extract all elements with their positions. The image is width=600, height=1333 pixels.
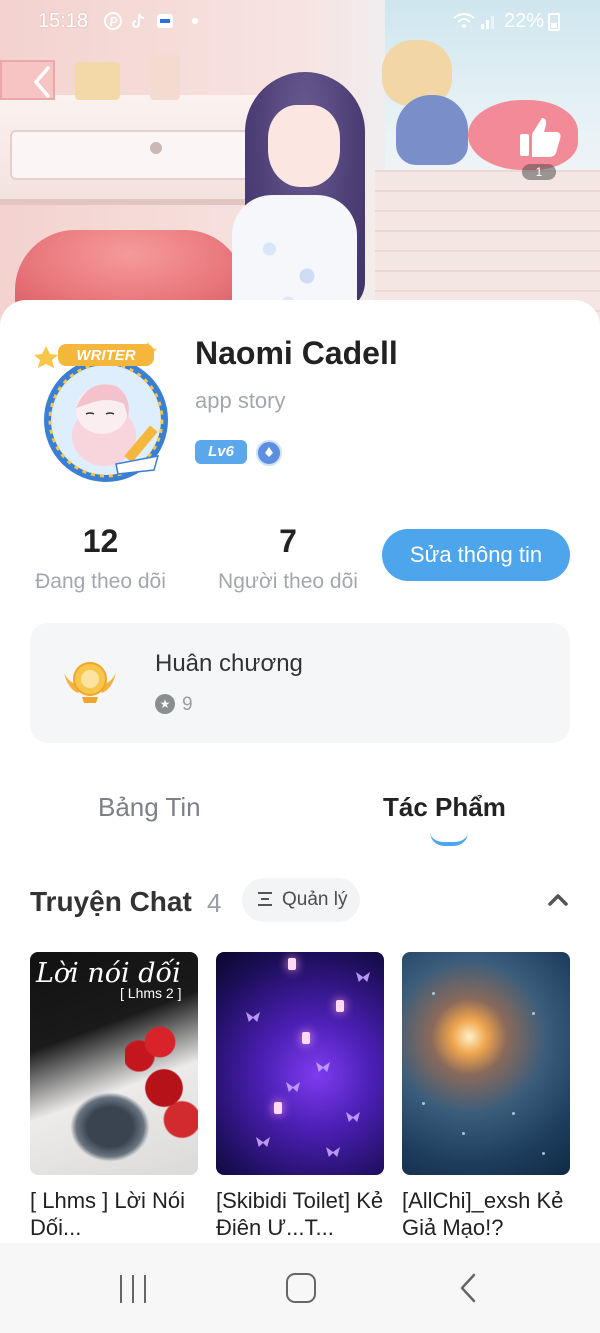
story-card[interactable]: [AllChi]_exsh Kẻ Giả Mạo!?	[402, 952, 570, 1241]
story-cover	[402, 952, 570, 1175]
edit-profile-button[interactable]: Sửa thông tin	[382, 529, 570, 581]
thumbs-up-icon	[520, 118, 561, 157]
avatar-badge-text: WRITER	[76, 347, 135, 364]
nav-back-button[interactable]	[456, 1272, 480, 1304]
recent-apps-button[interactable]	[118, 1275, 150, 1303]
followers-count: 7	[279, 523, 297, 559]
section-count: 4	[207, 888, 222, 918]
medal-count: 9	[182, 694, 193, 715]
tab-works[interactable]: Tác Phẩm	[383, 792, 506, 823]
chevron-left-icon	[460, 1273, 476, 1303]
profile-name: Naomi Cadell	[195, 335, 398, 371]
section-title: Truyện Chat	[30, 886, 192, 917]
tiktok-icon	[128, 11, 148, 31]
pinterest-icon	[103, 11, 123, 31]
cover-subtitle: [ Lhms 2 ]	[120, 985, 182, 1001]
medal-icon	[60, 655, 120, 705]
chevron-up-icon[interactable]	[546, 888, 570, 912]
wifi-icon	[452, 11, 476, 31]
following-label: Đang theo dõi	[35, 570, 166, 593]
battery-icon	[548, 13, 560, 31]
vip-badge-icon	[256, 440, 282, 466]
manage-button[interactable]: Quản lý	[242, 878, 360, 922]
manage-icon	[258, 892, 272, 906]
followers-stat[interactable]: 7 Người theo dõi	[212, 523, 364, 594]
story-cover	[216, 952, 384, 1175]
notification-dot-icon	[185, 11, 205, 31]
avatar[interactable]: WRITER	[28, 338, 188, 488]
story-card[interactable]: Lời nói dối [ Lhms 2 ] [ Lhms ] Lời Nói …	[30, 952, 198, 1241]
profile-cover-image	[0, 0, 600, 330]
story-title: [AllChi]_exsh Kẻ Giả Mạo!?	[402, 1188, 564, 1240]
like-button[interactable]	[512, 110, 568, 166]
status-time: 15:18	[38, 10, 89, 32]
signal-icon	[479, 11, 499, 31]
tab-news-feed[interactable]: Bảng Tin	[98, 792, 201, 823]
story-cover: Lời nói dối [ Lhms 2 ]	[30, 952, 198, 1175]
zalo-icon	[155, 11, 175, 31]
followers-label: Người theo dõi	[218, 570, 358, 593]
star-icon: ★	[155, 694, 175, 714]
like-count: 1	[522, 164, 556, 180]
story-title: [Skibidi Toilet] Kẻ Điên Ư...T...	[216, 1188, 384, 1240]
following-count: 12	[82, 523, 119, 559]
level-badge: Lv6	[195, 440, 247, 464]
story-title: [ Lhms ] Lời Nói Dối...	[30, 1188, 186, 1240]
back-button[interactable]	[26, 62, 60, 102]
profile-subtitle: app story	[195, 388, 286, 413]
status-bar: 15:18 22%	[0, 0, 600, 44]
story-card[interactable]: [Skibidi Toilet] Kẻ Điên Ư...T...	[216, 952, 384, 1241]
medal-title: Huân chương	[155, 650, 303, 677]
battery-level: 22%	[504, 10, 545, 32]
home-button[interactable]	[286, 1273, 316, 1303]
chevron-left-icon	[34, 66, 50, 98]
following-stat[interactable]: 12 Đang theo dõi	[28, 523, 173, 594]
manage-label: Quản lý	[282, 889, 348, 910]
